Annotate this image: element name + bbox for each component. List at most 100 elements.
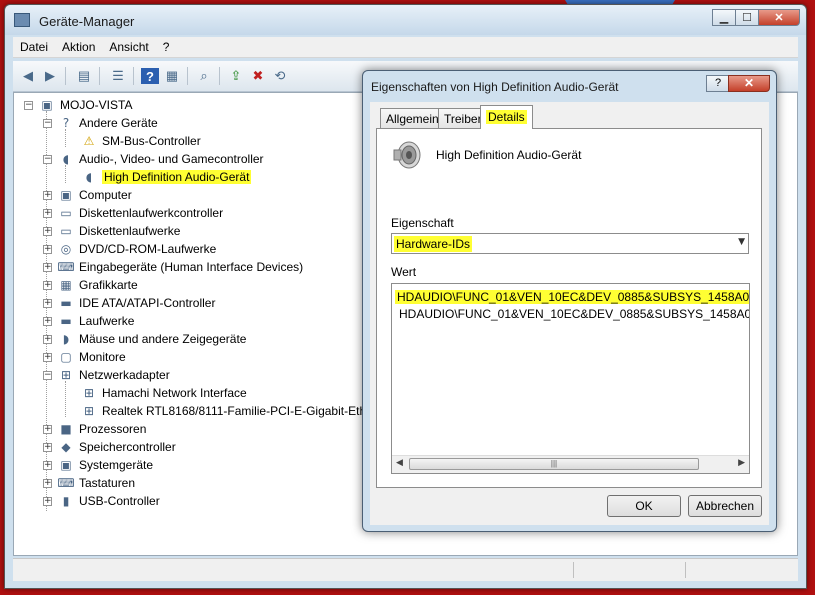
tree-item[interactable]: ⊞ Hamachi Network Interface bbox=[81, 384, 247, 402]
cancel-button[interactable]: Abbrechen bbox=[688, 495, 762, 517]
expand-icon[interactable]: + bbox=[43, 442, 52, 452]
tree-item-label: Systemgeräte bbox=[79, 458, 154, 472]
properties-icon[interactable]: ▤ bbox=[75, 68, 93, 84]
collapse-icon[interactable]: − bbox=[43, 370, 52, 380]
tree-item-label: Grafikkarte bbox=[79, 278, 138, 292]
tree-item[interactable]: + ▬ IDE ATA/ATAPI-Controller bbox=[43, 294, 215, 312]
tree-item[interactable]: + ▢ Monitore bbox=[43, 348, 126, 366]
expand-icon[interactable]: + bbox=[43, 334, 52, 344]
menu-ansicht[interactable]: Ansicht bbox=[102, 37, 155, 57]
device-name: High Definition Audio-Gerät bbox=[436, 148, 582, 162]
network-icon: ⊞ bbox=[83, 404, 95, 418]
expand-icon[interactable]: + bbox=[43, 352, 52, 362]
unknown-device-icon: ? bbox=[62, 116, 70, 130]
monitor-icon: ▢ bbox=[60, 350, 72, 364]
help-button[interactable]: ? bbox=[706, 75, 730, 92]
menu-help[interactable]: ? bbox=[156, 37, 177, 57]
tree-item-label: SM-Bus-Controller bbox=[102, 134, 201, 148]
help-icon[interactable]: ? bbox=[141, 68, 159, 84]
expand-icon[interactable]: + bbox=[43, 298, 52, 308]
tree-item[interactable]: ◖ High Definition Audio-Gerät bbox=[81, 168, 252, 186]
tree-item[interactable]: − ◖ Audio-, Video- und Gamecontroller bbox=[43, 150, 264, 168]
tree-item-label: Tastaturen bbox=[79, 476, 136, 490]
tree-item[interactable]: + ▭ Diskettenlaufwerke bbox=[43, 222, 180, 240]
tree-item[interactable]: + ◗ Mäuse und andere Zeigegeräte bbox=[43, 330, 246, 348]
cpu-icon: ■ bbox=[60, 422, 72, 436]
tree-item[interactable]: + ▭ Diskettenlaufwerkcontroller bbox=[43, 204, 223, 222]
tree-item-label: Andere Geräte bbox=[79, 116, 158, 130]
tree-item[interactable]: + ◎ DVD/CD-ROM-Laufwerke bbox=[43, 240, 216, 258]
tree-item-label: Realtek RTL8168/8111-Familie-PCI-E-Gigab… bbox=[102, 404, 373, 418]
list-item[interactable]: HDAUDIO\FUNC_01&VEN_10EC&DEV_0885&SUBSYS… bbox=[395, 290, 749, 304]
tree-item[interactable]: + ▣ Systemgeräte bbox=[43, 456, 153, 474]
expand-icon[interactable]: + bbox=[43, 262, 52, 272]
scrollbar-thumb[interactable]: ||| bbox=[409, 458, 699, 470]
expand-icon[interactable]: + bbox=[43, 244, 52, 254]
maximize-icon[interactable]: ☐ bbox=[735, 9, 759, 26]
details-panel: High Definition Audio-Gerät Eigenschaft … bbox=[376, 128, 762, 488]
update-driver-icon[interactable]: ⇪ bbox=[227, 68, 245, 84]
menu-aktion[interactable]: Aktion bbox=[55, 37, 102, 57]
collapse-icon[interactable]: − bbox=[43, 154, 52, 164]
tree-root[interactable]: − ▣ MOJO-VISTA bbox=[24, 96, 132, 114]
collapse-icon[interactable]: − bbox=[24, 100, 33, 110]
usb-icon: ▮ bbox=[62, 494, 70, 508]
dialog-title: Eigenschaften von High Definition Audio-… bbox=[371, 80, 619, 94]
chevron-down-icon: ▼ bbox=[738, 237, 745, 247]
expand-icon[interactable]: + bbox=[43, 190, 52, 200]
uninstall-icon[interactable]: ⟲ bbox=[271, 68, 289, 84]
view-icon[interactable]: ▦ bbox=[163, 68, 181, 84]
minimize-icon[interactable]: ▁ bbox=[712, 9, 736, 26]
scroll-left-icon[interactable]: ◀ bbox=[396, 458, 403, 468]
floppy-controller-icon: ▭ bbox=[60, 206, 72, 220]
expand-icon[interactable]: + bbox=[43, 280, 52, 290]
network-icon: ⊞ bbox=[83, 386, 95, 400]
tree-item[interactable]: + ▮ USB-Controller bbox=[43, 492, 160, 510]
menu-datei[interactable]: Datei bbox=[13, 37, 55, 57]
tree-item[interactable]: + ▦ Grafikkarte bbox=[43, 276, 138, 294]
list-icon[interactable]: ☰ bbox=[109, 68, 127, 84]
tree-item[interactable]: + ⌨ Tastaturen bbox=[43, 474, 135, 492]
collapse-icon[interactable]: − bbox=[43, 118, 52, 128]
tree-item[interactable]: −? Andere Geräte bbox=[43, 114, 158, 132]
tab-details[interactable]: Details bbox=[480, 105, 533, 129]
tree-item[interactable]: ⊞ Realtek RTL8168/8111-Familie-PCI-E-Giga… bbox=[81, 402, 373, 420]
expand-icon[interactable]: + bbox=[43, 208, 52, 218]
value-listbox[interactable]: HDAUDIO\FUNC_01&VEN_10EC&DEV_0885&SUBSYS… bbox=[391, 283, 750, 474]
list-item[interactable]: HDAUDIO\FUNC_01&VEN_10EC&DEV_0885&SUBSYS… bbox=[399, 307, 749, 321]
tab-allgemein[interactable]: Allgemein bbox=[380, 108, 445, 128]
ok-button[interactable]: OK bbox=[607, 495, 681, 517]
tree-item[interactable]: + ▣ Computer bbox=[43, 186, 132, 204]
speaker-icon: ◖ bbox=[85, 170, 93, 184]
property-dropdown[interactable]: Hardware-IDs ▼ bbox=[391, 233, 749, 254]
scan-icon[interactable]: ⌕ bbox=[195, 68, 213, 84]
property-label: Eigenschaft bbox=[391, 216, 454, 230]
scroll-right-icon[interactable]: ▶ bbox=[738, 458, 745, 468]
expand-icon[interactable]: + bbox=[43, 316, 52, 326]
disable-icon[interactable]: ✖ bbox=[249, 68, 267, 84]
properties-dialog: Eigenschaften von High Definition Audio-… bbox=[362, 70, 777, 532]
tree-item[interactable]: − ⊞ Netzwerkadapter bbox=[43, 366, 170, 384]
back-icon[interactable]: ◀ bbox=[19, 68, 37, 84]
tree-item-label: Prozessoren bbox=[79, 422, 147, 436]
tree-item-label: High Definition Audio-Gerät bbox=[102, 170, 252, 184]
tree-item[interactable]: ⚠ SM-Bus-Controller bbox=[81, 132, 201, 150]
expand-icon[interactable]: + bbox=[43, 496, 52, 506]
status-bar bbox=[13, 558, 798, 581]
tree-item[interactable]: + ◆ Speichercontroller bbox=[43, 438, 176, 456]
tree-item-label: Monitore bbox=[79, 350, 126, 364]
tree-item[interactable]: + ⌨ Eingabegeräte (Human Interface Devices… bbox=[43, 258, 303, 276]
title-bar[interactable]: Geräte-Manager ▁ ☐ ✕ bbox=[5, 5, 806, 35]
horizontal-scrollbar[interactable]: ◀ ||| ▶ bbox=[392, 455, 749, 473]
device-manager-icon bbox=[14, 13, 30, 27]
expand-icon[interactable]: + bbox=[43, 226, 52, 236]
tree-item[interactable]: + ■ Prozessoren bbox=[43, 420, 146, 438]
tree-item-label: IDE ATA/ATAPI-Controller bbox=[79, 296, 216, 310]
forward-icon[interactable]: ▶ bbox=[41, 68, 59, 84]
dialog-close-icon[interactable]: ✕ bbox=[728, 75, 770, 92]
expand-icon[interactable]: + bbox=[43, 424, 52, 434]
tree-item[interactable]: + ▬ Laufwerke bbox=[43, 312, 134, 330]
expand-icon[interactable]: + bbox=[43, 460, 52, 470]
close-icon[interactable]: ✕ bbox=[758, 9, 800, 26]
expand-icon[interactable]: + bbox=[43, 478, 52, 488]
